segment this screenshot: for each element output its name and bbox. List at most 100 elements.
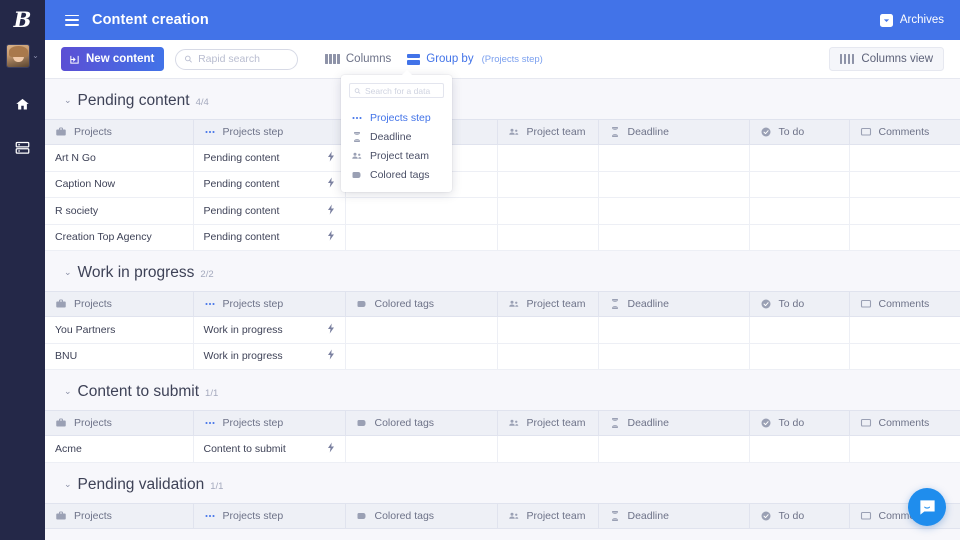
table-row[interactable]: Caption Now Pending content (45, 171, 960, 198)
bolt-icon[interactable] (325, 203, 337, 218)
cell-team[interactable] (497, 171, 599, 198)
column-header-projects[interactable]: Projects (45, 119, 194, 145)
cell-step[interactable]: Pending content (193, 144, 346, 172)
column-header-deadline[interactable]: Deadline (598, 119, 750, 145)
cell-project[interactable]: Acme (45, 435, 194, 463)
avatar[interactable] (6, 44, 31, 68)
chevron-down-icon[interactable]: ⌄ (64, 95, 72, 105)
cell-comments[interactable] (849, 171, 960, 198)
sidebar-item-home[interactable] (11, 92, 35, 116)
cell-deadline[interactable] (598, 171, 750, 198)
cell-team[interactable] (497, 197, 599, 225)
column-header-comments[interactable]: Comments (849, 119, 960, 145)
cell-todo[interactable] (749, 144, 850, 172)
cell-comments[interactable] (849, 197, 960, 225)
group-header[interactable]: ⌄ Pending content 4/4 (45, 79, 960, 119)
group-by-button[interactable]: Group by (Projects step) (407, 53, 543, 65)
group-header[interactable]: ⌄ Content to submit 1/1 (45, 370, 960, 410)
cell-deadline[interactable] (598, 197, 750, 225)
cell-deadline[interactable] (598, 343, 750, 370)
cell-step[interactable]: Pending content (193, 171, 346, 198)
column-header-projects-step[interactable]: Projects step (193, 291, 346, 317)
cell-project[interactable]: Art N Go (45, 144, 194, 172)
cell-project[interactable]: Creation Top Agency (45, 224, 194, 251)
content-area[interactable]: ⌄ Pending content 4/4 Projects Projects s… (45, 79, 960, 540)
table-row[interactable]: Acme Content to submit (45, 435, 960, 463)
column-header-to-do[interactable]: To do (749, 502, 850, 529)
cell-deadline[interactable] (598, 144, 750, 172)
brand-logo[interactable]: B (14, 7, 32, 33)
user-menu[interactable]: ⌄ (6, 44, 39, 68)
cell-team[interactable] (497, 144, 599, 172)
cell-step[interactable]: Pending content (193, 224, 346, 251)
bolt-icon[interactable] (325, 150, 337, 165)
bolt-icon[interactable] (325, 322, 337, 337)
cell-todo[interactable] (749, 224, 850, 251)
group-header[interactable]: ⌄ Pending validation 1/1 (45, 463, 960, 503)
cell-tags[interactable] (345, 197, 498, 225)
search-input[interactable] (198, 53, 290, 65)
column-header-projects-step[interactable]: Projects step (193, 502, 346, 529)
table-row[interactable]: R society Pending content (45, 197, 960, 225)
cell-step[interactable]: Work in progress (193, 316, 346, 344)
cell-step[interactable]: Content to submit (193, 435, 346, 463)
cell-step[interactable]: Work in progress (193, 343, 346, 370)
column-header-projects[interactable]: Projects (45, 291, 194, 317)
chevron-down-icon[interactable]: ⌄ (64, 267, 72, 277)
column-header-projects[interactable]: Projects (45, 410, 194, 436)
intercom-chat-button[interactable] (908, 488, 946, 526)
bolt-icon[interactable] (325, 441, 337, 456)
cell-deadline[interactable] (598, 316, 750, 344)
column-header-projects-step[interactable]: Projects step (193, 119, 346, 145)
column-header-to-do[interactable]: To do (749, 291, 850, 317)
cell-project[interactable]: R society (45, 197, 194, 225)
chevron-down-icon[interactable]: ⌄ (64, 386, 72, 396)
dropdown-item-project-team[interactable]: Project team (341, 146, 452, 165)
dropdown-search-input[interactable] (364, 85, 439, 96)
cell-team[interactable] (497, 343, 599, 370)
bolt-icon[interactable] (325, 349, 337, 364)
dropdown-search-field[interactable] (349, 83, 444, 98)
column-header-colored-tags[interactable]: Colored tags (345, 291, 498, 317)
column-header-project-team[interactable]: Project team (497, 291, 599, 317)
column-header-projects[interactable]: Projects (45, 502, 194, 529)
column-header-comments[interactable]: Comments (849, 291, 960, 317)
cell-tags[interactable] (345, 435, 498, 463)
cell-team[interactable] (497, 316, 599, 344)
cell-comments[interactable] (849, 144, 960, 172)
cell-project[interactable]: BNU (45, 343, 194, 370)
group-header[interactable]: ⌄ Work in progress 2/2 (45, 251, 960, 291)
cell-todo[interactable] (749, 435, 850, 463)
table-row[interactable]: BNU Work in progress (45, 343, 960, 370)
column-header-to-do[interactable]: To do (749, 410, 850, 436)
dropdown-item-projects-step[interactable]: Projects step (341, 108, 452, 127)
column-header-colored-tags[interactable]: Colored tags (345, 502, 498, 529)
archives-button[interactable]: Archives (879, 13, 944, 27)
cell-project[interactable]: Caption Now (45, 171, 194, 198)
rapid-search-field[interactable] (175, 48, 299, 70)
cell-deadline[interactable] (598, 224, 750, 251)
table-row[interactable]: Creation Top Agency Pending content (45, 224, 960, 251)
dropdown-item-deadline[interactable]: Deadline (341, 127, 452, 146)
cell-todo[interactable] (749, 343, 850, 370)
column-header-projects-step[interactable]: Projects step (193, 410, 346, 436)
hamburger-menu-icon[interactable] (65, 14, 79, 26)
cell-tags[interactable] (345, 343, 498, 370)
cell-tags[interactable] (345, 316, 498, 344)
cell-team[interactable] (497, 224, 599, 251)
table-row[interactable]: Art N Go Pending content (45, 144, 960, 172)
chevron-down-icon[interactable]: ⌄ (64, 479, 72, 489)
column-header-colored-tags[interactable]: Colored tags (345, 410, 498, 436)
columns-view-button[interactable]: Columns view (828, 47, 944, 71)
columns-button[interactable]: Columns (325, 53, 391, 65)
column-header-comments[interactable]: Comments (849, 410, 960, 436)
column-header-project-team[interactable]: Project team (497, 502, 599, 529)
new-content-button[interactable]: New content (61, 47, 165, 71)
dropdown-item-colored-tags[interactable]: Colored tags (341, 165, 452, 184)
cell-comments[interactable] (849, 316, 960, 344)
bolt-icon[interactable] (325, 177, 337, 192)
cell-team[interactable] (497, 435, 599, 463)
cell-deadline[interactable] (598, 435, 750, 463)
cell-tags[interactable] (345, 224, 498, 251)
column-header-deadline[interactable]: Deadline (598, 410, 750, 436)
